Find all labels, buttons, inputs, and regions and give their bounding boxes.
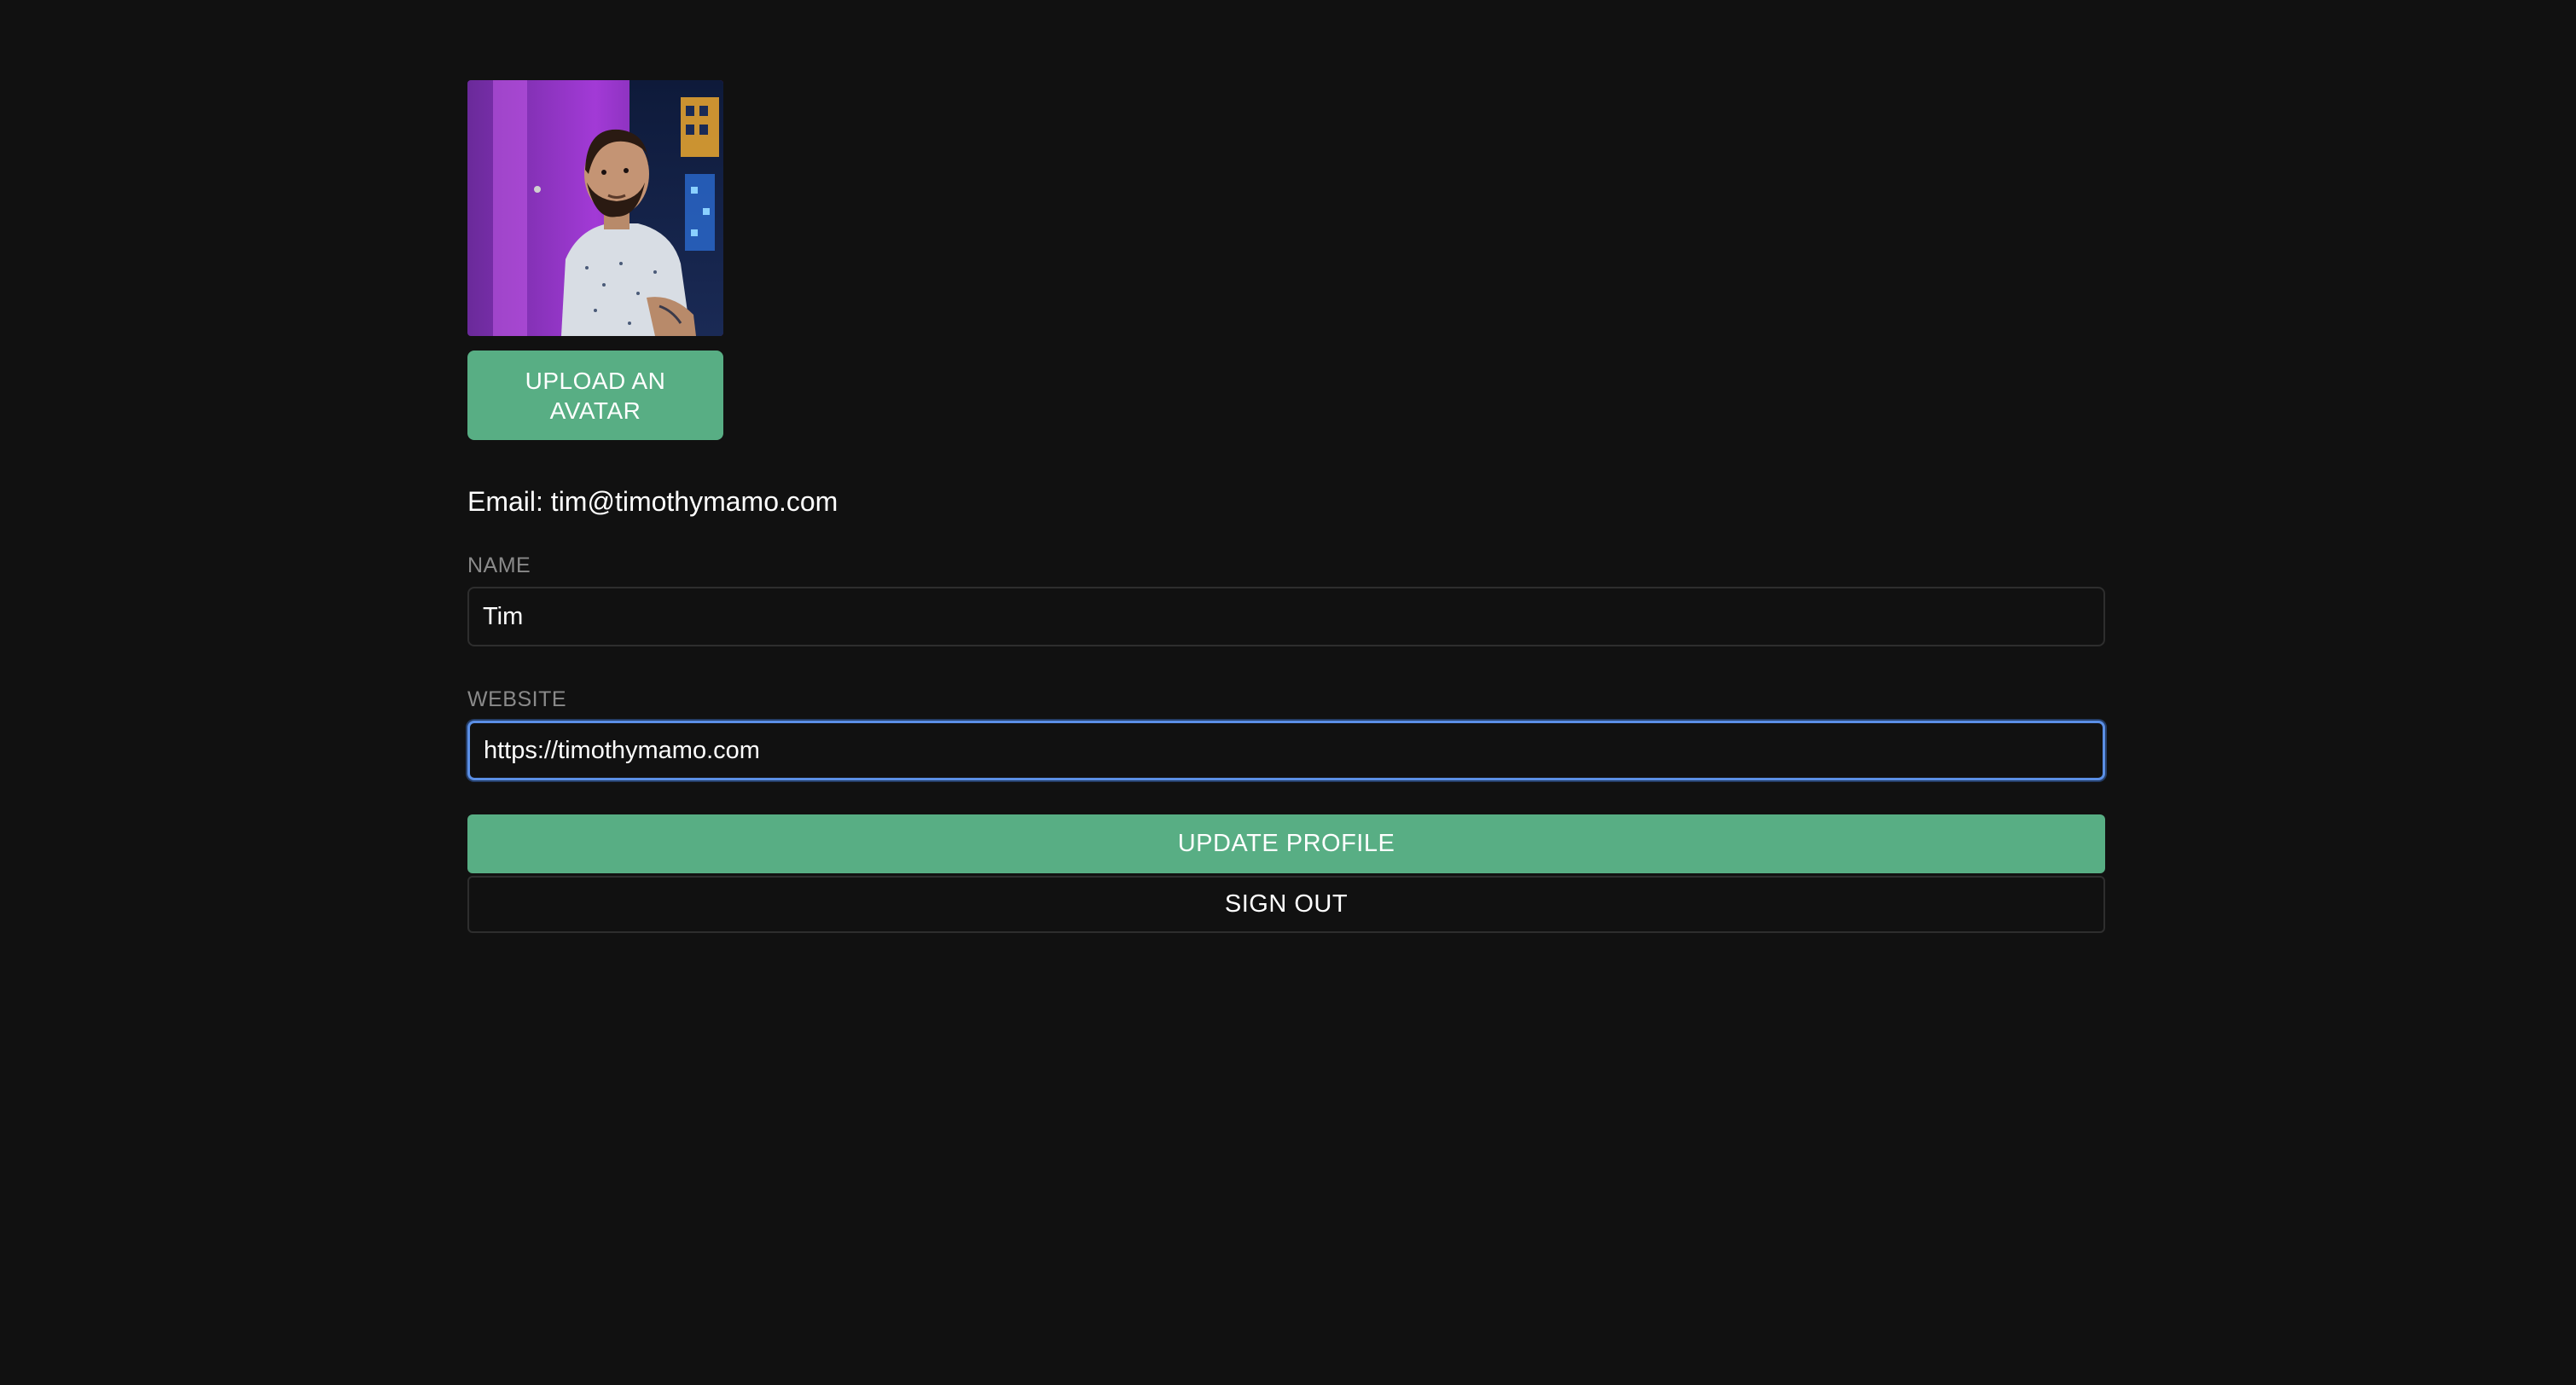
sign-out-button[interactable]: SIGN OUT (467, 876, 2105, 933)
upload-avatar-button[interactable]: UPLOAD AN AVATAR (467, 351, 723, 440)
name-label: NAME (467, 553, 531, 577)
profile-container: UPLOAD AN AVATAR Email: tim@timothymamo.… (467, 80, 2105, 933)
name-input[interactable] (467, 587, 2105, 646)
email-value: tim@timothymamo.com (550, 486, 838, 517)
email-prefix: Email: (467, 486, 551, 517)
website-input[interactable] (467, 721, 2105, 780)
email-display: Email: tim@timothymamo.com (467, 484, 2105, 519)
website-label: WEBSITE (467, 687, 567, 711)
avatar-image (467, 80, 723, 336)
avatar (467, 80, 723, 336)
update-profile-button[interactable]: UPDATE PROFILE (467, 814, 2105, 873)
